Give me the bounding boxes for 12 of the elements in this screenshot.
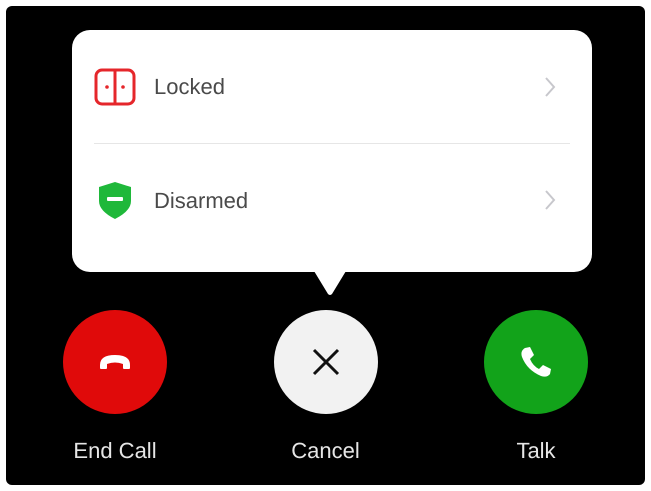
action-label: End Call xyxy=(73,437,157,465)
close-icon xyxy=(310,347,340,377)
menu-item[interactable]: Disarmed xyxy=(94,143,570,256)
action-label: Cancel xyxy=(291,437,360,465)
action-label: Talk xyxy=(516,437,556,465)
shield-icon xyxy=(98,181,132,219)
menu-item[interactable]: Locked xyxy=(94,30,570,143)
hang-up-icon xyxy=(98,353,132,371)
door-icon xyxy=(94,68,136,106)
phone-icon xyxy=(519,345,553,379)
chevron-right-icon xyxy=(544,189,556,211)
chevron-right-icon xyxy=(544,76,556,98)
